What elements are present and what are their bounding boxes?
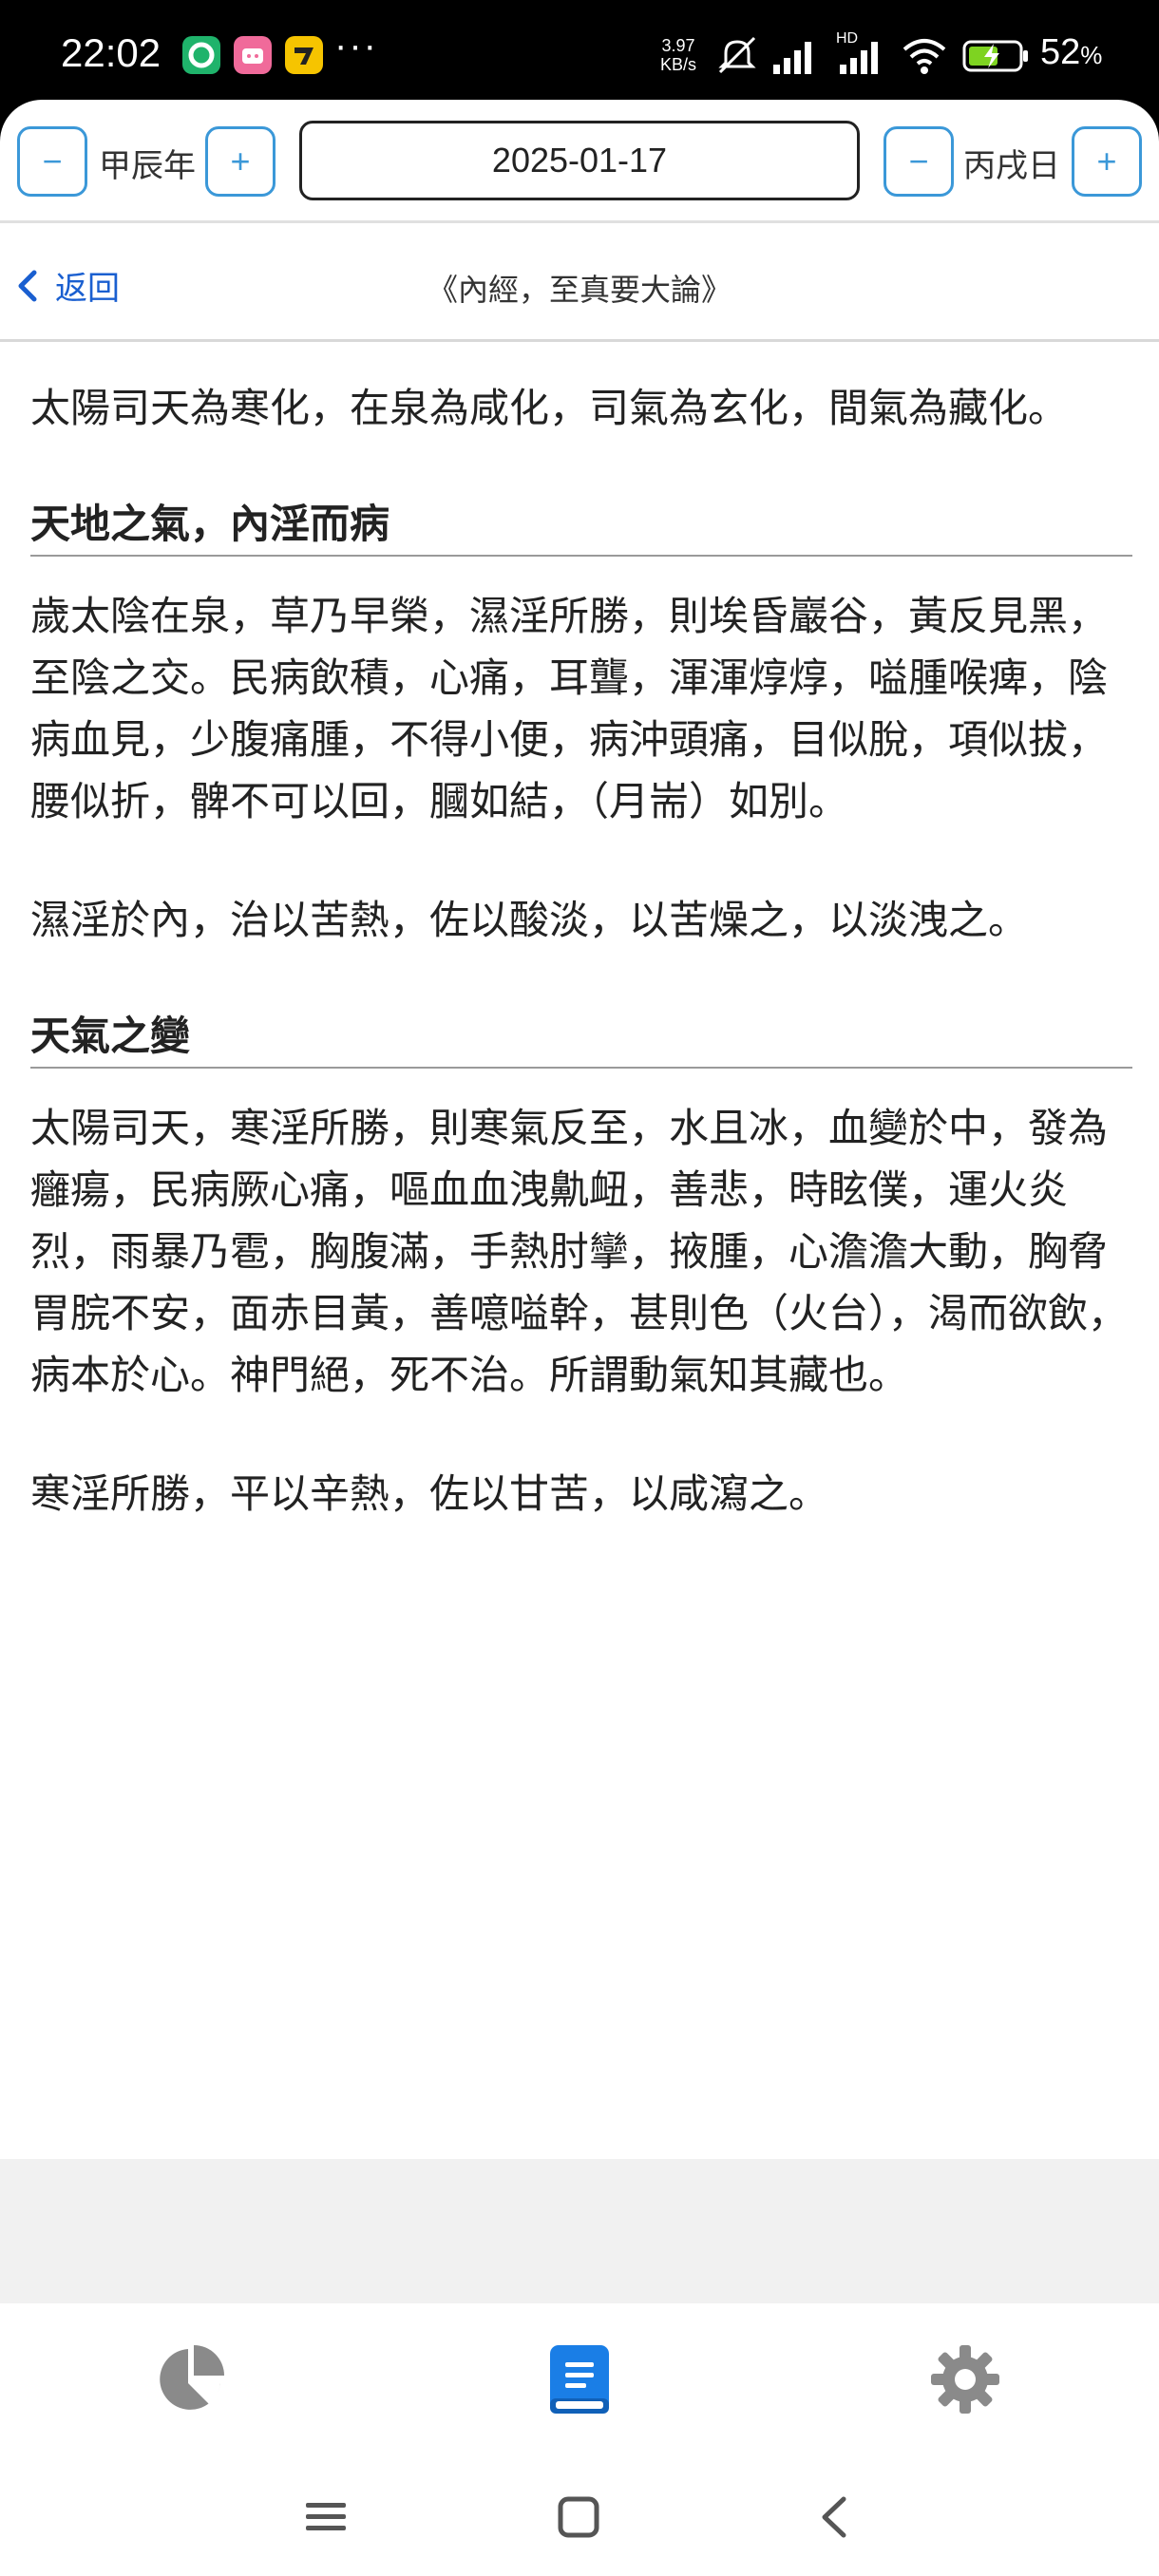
book-icon — [550, 2345, 609, 2414]
mute-icon — [718, 36, 756, 74]
paragraph: 寒淫所勝，平以辛熱，佐以甘苦，以咸瀉之。 — [30, 1470, 829, 1517]
app-notification-icon-2 — [234, 36, 272, 74]
year-increment-button[interactable]: + — [205, 126, 276, 197]
intro-paragraph: 太陽司天為寒化，在泉為咸化，司氣為玄化，間氣為藏化。 — [30, 385, 1069, 431]
page-title: 《內經，至真要大論》 — [427, 272, 732, 308]
paragraph: 太陽司天，寒淫所勝，則寒氣反至，水且冰，血變於中，發為癰瘍，民病厥心痛，嘔血血洩… — [30, 1105, 1129, 1398]
system-navigation-bar — [0, 2465, 1159, 2576]
battery-icon — [962, 40, 1028, 72]
section-heading: 天地之氣，內淫而病 — [30, 496, 1132, 557]
tab-book[interactable] — [542, 2341, 618, 2417]
article-content: 太陽司天為寒化，在泉為咸化，司氣為玄化，間氣為藏化。 天地之氣，內淫而病 歲太陰… — [30, 377, 1132, 1582]
navigation-bar: 返回 《內經，至真要大論》 — [0, 226, 1159, 342]
day-increment-button[interactable]: + — [1072, 126, 1142, 197]
menu-icon[interactable] — [304, 2495, 348, 2539]
app-notification-icon-3 — [285, 36, 323, 74]
wifi-icon — [902, 39, 946, 74]
paragraph: 歲太陰在泉，草乃早榮，濕淫所勝，則埃昏巖谷，黃反見黑，至陰之交。民病飲積，心痛，… — [30, 593, 1109, 824]
day-label: 丙戌日 — [963, 147, 1060, 185]
paragraph: 濕淫於內，治以苦熱，佐以酸淡，以苦燥之，以淡洩之。 — [30, 897, 1029, 943]
network-speed: 3.97 KB/s — [660, 36, 697, 74]
year-decrement-button[interactable]: − — [17, 126, 87, 197]
date-selector-bar: − 甲辰年 + 2025-01-17 − 丙戌日 + — [0, 100, 1159, 223]
more-notifications-indicator: ··· — [334, 25, 378, 66]
day-decrement-button[interactable]: − — [884, 126, 954, 197]
status-time: 22:02 — [61, 30, 162, 75]
pie-chart-icon — [160, 2345, 224, 2410]
year-label: 甲辰年 — [99, 147, 196, 185]
status-bar: 22:02 ··· 3.97 KB/s HD 52% — [0, 0, 1159, 104]
tab-settings[interactable] — [927, 2341, 1003, 2417]
app-notification-icon-1 — [182, 36, 220, 74]
home-icon[interactable] — [557, 2495, 600, 2539]
gear-icon — [931, 2345, 999, 2414]
bottom-tab-bar — [0, 2303, 1159, 2465]
date-field[interactable]: 2025-01-17 — [299, 121, 860, 200]
signal-icon-2 — [840, 42, 878, 74]
back-nav-icon[interactable] — [815, 2495, 853, 2539]
content-footer-band — [0, 2159, 1159, 2303]
app-window: − 甲辰年 + 2025-01-17 − 丙戌日 + 返回 《內經，至真要大論》… — [0, 100, 1159, 2576]
tab-chart[interactable] — [152, 2341, 228, 2417]
signal-icon-1 — [773, 42, 811, 74]
battery-percent: 52% — [1040, 32, 1103, 72]
section-heading: 天氣之變 — [30, 1008, 1132, 1069]
